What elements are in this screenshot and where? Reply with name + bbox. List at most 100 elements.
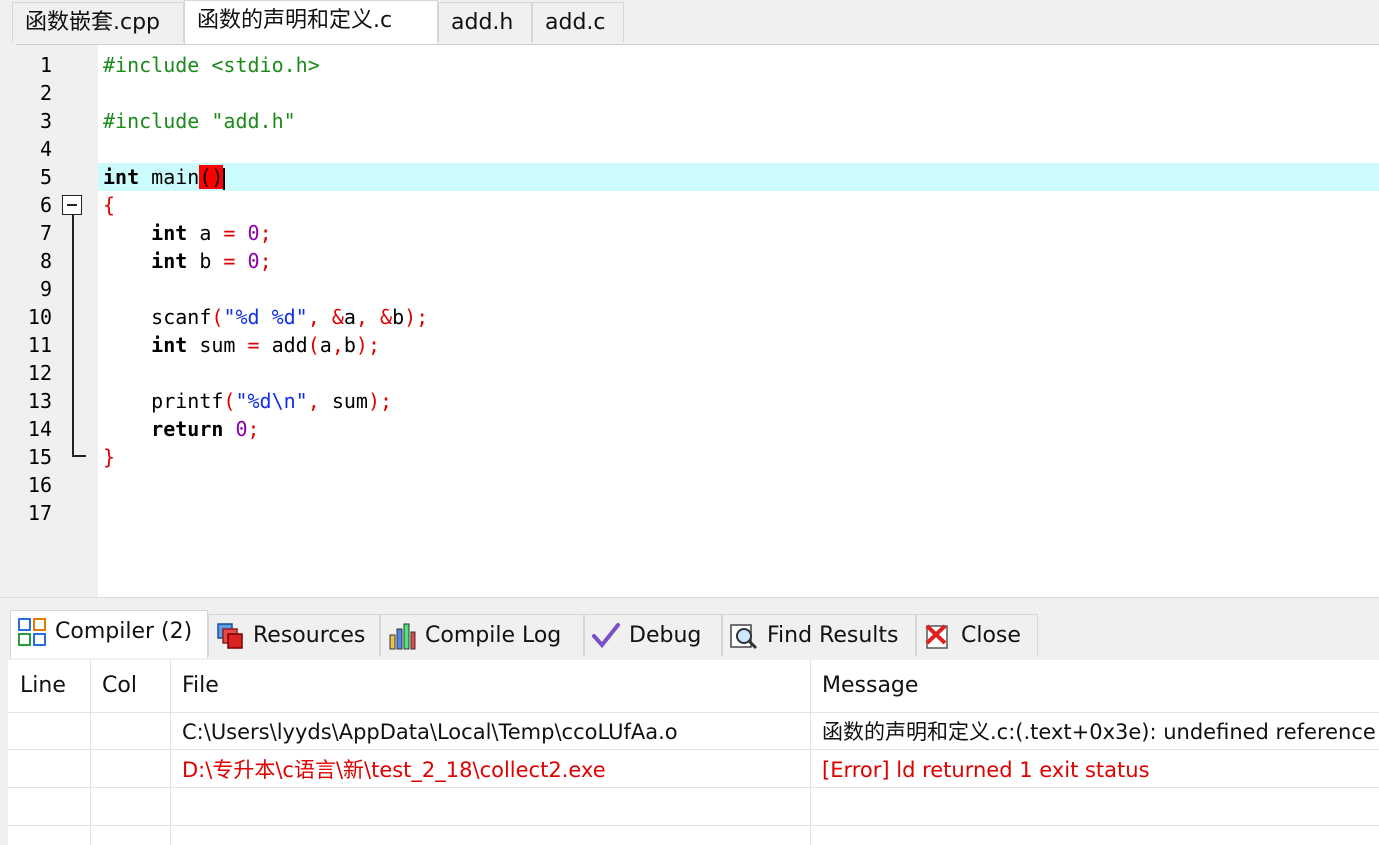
dev-cpp-window: 函数嵌套.cpp 函数的声明和定义.c add.h add.c 1 2 3 4 … bbox=[0, 0, 1379, 845]
string-literal: "%d\n" bbox=[235, 389, 308, 413]
keyword: int bbox=[151, 249, 188, 273]
identifier: sum bbox=[187, 333, 248, 357]
tab-debug[interactable]: Debug bbox=[584, 614, 722, 656]
brace: } bbox=[103, 445, 116, 469]
line-number: 14 bbox=[27, 417, 52, 441]
current-line-highlight bbox=[98, 163, 1379, 191]
line-number: 13 bbox=[27, 389, 52, 413]
code-line-5: int main() bbox=[103, 163, 226, 191]
identifier: add bbox=[259, 333, 308, 357]
keyword: return bbox=[151, 417, 224, 441]
line-number: 3 bbox=[39, 109, 52, 133]
semicolon: ; bbox=[259, 221, 272, 245]
cell-col bbox=[90, 752, 170, 788]
paren: ); bbox=[355, 333, 381, 357]
string-literal: "%d %d" bbox=[223, 305, 308, 329]
tab-compiler[interactable]: Compiler (2) bbox=[10, 610, 208, 658]
text-cursor bbox=[223, 167, 226, 190]
tab-label: Compile Log bbox=[425, 623, 562, 648]
tab-label: Find Results bbox=[767, 623, 899, 648]
column-header-file[interactable]: File bbox=[170, 660, 810, 712]
tab-close[interactable]: Close bbox=[916, 614, 1038, 656]
identifier: b bbox=[392, 305, 405, 329]
compiler-grid-icon bbox=[18, 618, 46, 646]
tab-label: Debug bbox=[629, 623, 702, 648]
code-line-1: #include <stdio.h> bbox=[103, 51, 320, 79]
line-number-gutter: 1 2 3 4 5 6 7 8 9 10 11 12 13 14 15 16 1… bbox=[16, 45, 98, 598]
line-number: 7 bbox=[39, 221, 52, 245]
identifier: a bbox=[319, 333, 332, 357]
checkmark-icon bbox=[592, 623, 620, 649]
code-line-6: { bbox=[103, 191, 115, 219]
tab-nested-functions-cpp[interactable]: 函数嵌套.cpp bbox=[12, 2, 184, 42]
comma: , bbox=[331, 333, 344, 357]
keyword: int bbox=[151, 333, 188, 357]
code-line-10: scanf("%d %d", &a, &b); bbox=[103, 303, 428, 331]
cell-col bbox=[90, 714, 170, 750]
tab-find-results[interactable]: Find Results bbox=[722, 614, 916, 656]
line-number: 10 bbox=[27, 305, 52, 329]
identifier: b bbox=[187, 249, 224, 273]
tab-declaration-definition-c[interactable]: 函数的声明和定义.c bbox=[184, 0, 438, 44]
line-number: 4 bbox=[39, 137, 52, 161]
fold-collapse-icon[interactable] bbox=[62, 195, 82, 215]
cell-line bbox=[8, 714, 90, 750]
operator: = bbox=[223, 249, 236, 273]
tab-label: Compiler (2) bbox=[55, 619, 193, 644]
paren: ( bbox=[307, 333, 320, 357]
cell-file: C:\Users\lyyds\AppData\Local\Temp\ccoLUf… bbox=[182, 720, 678, 744]
bar-chart-icon bbox=[389, 623, 416, 650]
tab-label: Resources bbox=[253, 623, 366, 648]
tab-label: 函数的声明和定义.c bbox=[197, 8, 393, 33]
operator: & bbox=[380, 305, 393, 329]
line-number: 17 bbox=[27, 501, 52, 525]
cell-message: [Error] ld returned 1 exit status bbox=[822, 758, 1150, 782]
identifier: a bbox=[187, 221, 224, 245]
semicolon: ; bbox=[259, 249, 272, 273]
fold-guide-line bbox=[72, 215, 74, 457]
message-panel-tabs: Compiler (2) Resources Compile Log Debug… bbox=[0, 597, 1379, 658]
tab-label: add.h bbox=[451, 10, 514, 35]
keyword: int bbox=[103, 165, 140, 189]
resources-icon bbox=[217, 623, 243, 649]
code-line-13: printf("%d\n", sum); bbox=[103, 387, 392, 415]
comma: , bbox=[307, 305, 332, 329]
code-line-15: } bbox=[103, 443, 115, 471]
line-number: 16 bbox=[27, 473, 52, 497]
identifier: b bbox=[343, 333, 356, 357]
close-x-icon bbox=[925, 624, 948, 649]
tab-add-c[interactable]: add.c bbox=[532, 2, 624, 42]
bracket-match: ) bbox=[211, 165, 224, 189]
tab-label: Close bbox=[961, 623, 1021, 648]
column-header-message[interactable]: Message bbox=[810, 660, 1379, 712]
column-header-line[interactable]: Line bbox=[8, 660, 90, 712]
number: 0 bbox=[247, 249, 260, 273]
tab-label: add.c bbox=[545, 10, 606, 35]
number: 0 bbox=[247, 221, 260, 245]
column-header-col[interactable]: Col bbox=[90, 660, 170, 712]
line-number: 5 bbox=[39, 165, 52, 189]
bracket-match: ( bbox=[199, 165, 212, 189]
code-line-14: return 0; bbox=[103, 415, 259, 443]
line-number: 12 bbox=[27, 361, 52, 385]
code-editor[interactable]: 1 2 3 4 5 6 7 8 9 10 11 12 13 14 15 16 1… bbox=[16, 44, 1379, 598]
tab-compile-log[interactable]: Compile Log bbox=[380, 614, 584, 656]
cell-message: 函数的声明和定义.c:(.text+0x3e): undefined refer… bbox=[822, 720, 1379, 744]
identifier: a bbox=[343, 305, 356, 329]
paren: ( bbox=[211, 305, 224, 329]
fold-guide-end bbox=[72, 455, 86, 457]
tab-label: 函数嵌套.cpp bbox=[25, 10, 161, 35]
preprocessor-include: #include <stdio.h> bbox=[103, 53, 320, 77]
paren: ); bbox=[367, 389, 393, 413]
operator: & bbox=[331, 305, 344, 329]
operator: = bbox=[223, 221, 236, 245]
tab-add-h[interactable]: add.h bbox=[438, 2, 532, 42]
line-number: 1 bbox=[39, 53, 52, 77]
tab-resources[interactable]: Resources bbox=[208, 614, 380, 656]
code-line-11: int sum = add(a,b); bbox=[103, 331, 380, 359]
code-line-8: int b = 0; bbox=[103, 247, 272, 275]
compiler-results-table[interactable]: Line Col File Message C:\Users\lyyds\App… bbox=[8, 660, 1379, 845]
operator: = bbox=[247, 333, 260, 357]
comma: , bbox=[307, 389, 332, 413]
comma: , bbox=[355, 305, 381, 329]
